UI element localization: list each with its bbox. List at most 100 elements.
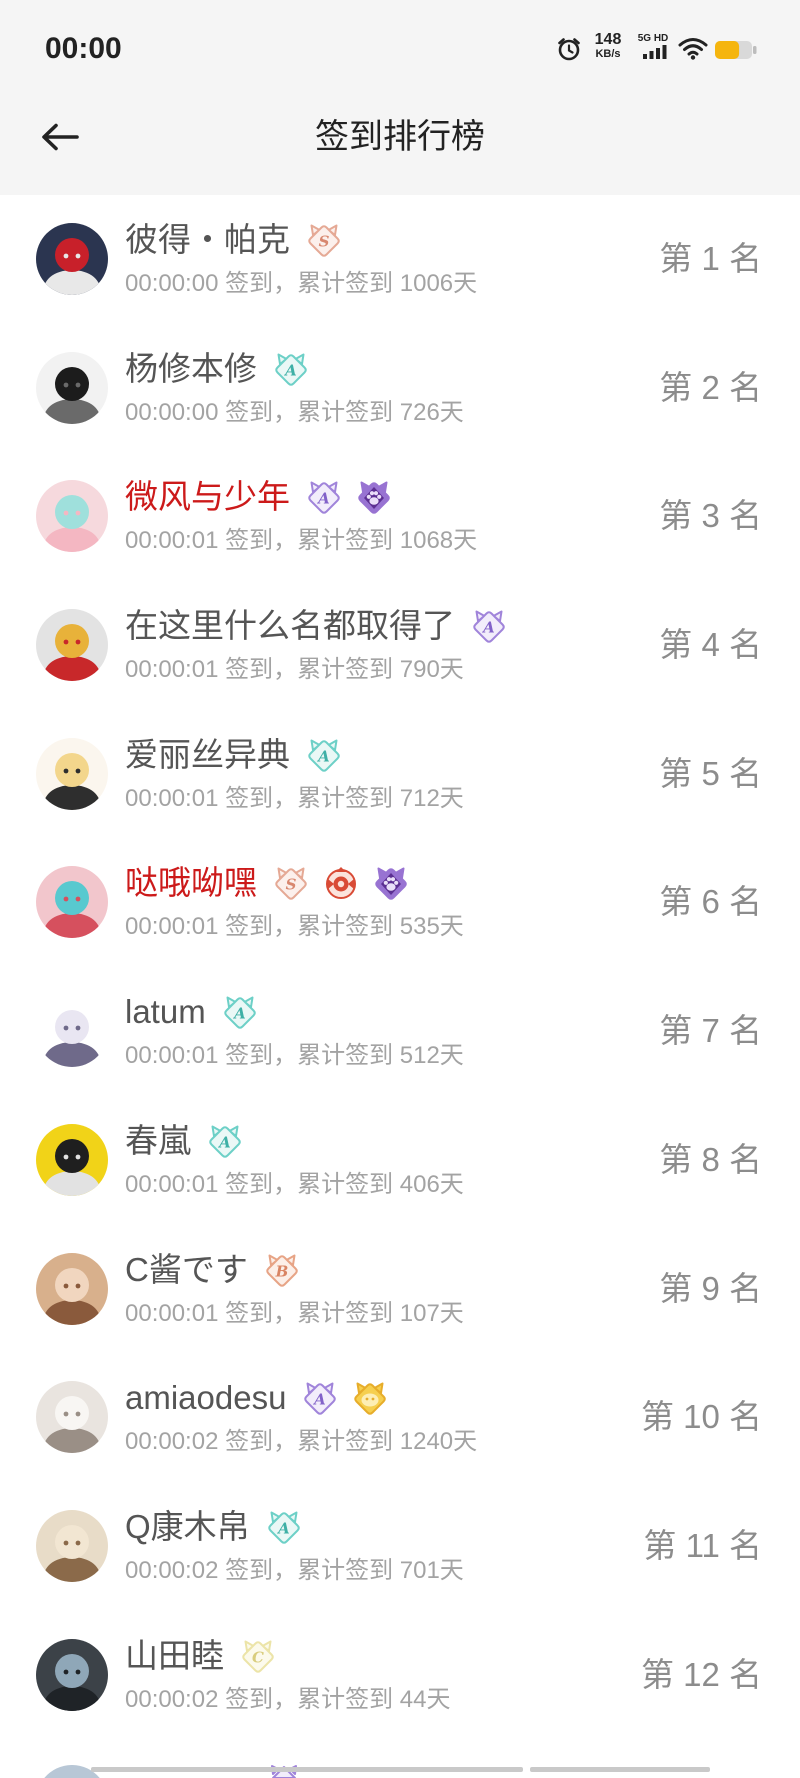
avatar[interactable] xyxy=(36,223,108,295)
ranking-row[interactable]: C酱です B 00:00:01 签到，累计签到 107天 第 9 名 xyxy=(0,1225,800,1354)
avatar-image xyxy=(36,1638,108,1711)
name-line: latum A xyxy=(125,992,260,1032)
network-speed-value: 148 xyxy=(594,31,622,48)
paw-badge-icon xyxy=(375,867,407,901)
badge-letter: A xyxy=(276,1519,290,1537)
level-badge-icon: S xyxy=(275,867,307,901)
ranking-row[interactable]: amiaodesu A 00:00:02 签到，累计签到 1240天 第 10 名 xyxy=(0,1353,800,1482)
avatar-image xyxy=(36,1123,108,1196)
name-line: 山田睦 C xyxy=(125,1636,278,1676)
name-line: 彼得・帕克 S xyxy=(125,220,344,260)
ranking-row[interactable]: 微风与少年 A 00:00:01 签到，累计签到 1068天 第 3 名 xyxy=(0,452,800,581)
crest-badge-icon xyxy=(326,867,356,900)
rank-label: 第 1 名 xyxy=(659,240,762,277)
badge-letter: S xyxy=(319,233,330,251)
badge-letter: A xyxy=(283,361,297,379)
rank-label: 第 6 名 xyxy=(659,883,762,921)
name-line: 春嵐 A xyxy=(125,1121,245,1161)
badge-letter: A xyxy=(316,747,330,765)
user-name: Q康木帛 xyxy=(125,1507,250,1545)
rank-label: 第 5 名 xyxy=(659,754,762,792)
avatar[interactable] xyxy=(36,1381,108,1454)
badge-letter: A xyxy=(481,619,495,637)
page-title: 签到排行榜 xyxy=(315,118,485,156)
battery-icon xyxy=(715,41,757,59)
level-badge-icon: A xyxy=(473,610,505,643)
checkin-info: 00:00:01 签到，累计签到 406天 xyxy=(125,1170,464,1198)
rank-label: 第 9 名 xyxy=(659,1269,762,1307)
rank-label: 第 2 名 xyxy=(659,368,762,406)
ranking-row[interactable]: 彼得・帕克 S 00:00:00 签到，累计签到 1006天 第 1 名 xyxy=(0,195,800,324)
checkin-info: 00:00:01 签到，累计签到 107天 xyxy=(125,1299,464,1327)
badge-letter: C xyxy=(252,1648,264,1666)
name-line: 杨修本修 A xyxy=(125,349,311,389)
avatar-image xyxy=(36,351,108,424)
name-line: 在这里什么名都取得了 A xyxy=(125,606,509,646)
avatar[interactable] xyxy=(36,737,108,810)
rank-label: 第 8 名 xyxy=(659,1140,762,1178)
name-line: amiaodesu A xyxy=(125,1378,390,1418)
ranking-row[interactable]: 爱丽丝异典 A 00:00:01 签到，累计签到 712天 第 5 名 xyxy=(0,710,800,839)
user-name: latum xyxy=(125,993,206,1031)
level-badge-icon: A xyxy=(267,1511,300,1544)
level-badge-icon: A xyxy=(308,739,340,772)
user-name: 山田睦 xyxy=(125,1636,224,1674)
user-name: 春嵐 xyxy=(125,1121,191,1159)
back-arrow-icon[interactable] xyxy=(40,119,80,155)
avatar[interactable] xyxy=(36,866,108,939)
network-speed: 148 KB/s xyxy=(589,31,627,61)
avatar[interactable] xyxy=(36,480,108,553)
avatar-image xyxy=(36,737,108,810)
rank-label: 第 12 名 xyxy=(640,1655,762,1693)
name-line: 哒哦呦嘿 S xyxy=(125,863,411,903)
level-badge-icon: A xyxy=(209,1125,241,1158)
badge-letter: A xyxy=(232,1005,246,1023)
name-line: 爱丽丝异典 A xyxy=(125,735,344,775)
avatar[interactable] xyxy=(36,995,108,1068)
user-name: 微风与少年 xyxy=(125,478,290,516)
checkin-info: 00:00:01 签到，累计签到 790天 xyxy=(125,656,464,684)
level-badge-icon: A xyxy=(308,481,340,515)
ranking-row[interactable]: 山田睦 C 00:00:02 签到，累计签到 44天 第 12 名 xyxy=(0,1611,800,1740)
avatar[interactable] xyxy=(36,1638,108,1711)
badge-letter: A xyxy=(316,490,330,508)
checkin-info: 00:00:02 签到，累计签到 44天 xyxy=(125,1685,451,1713)
avatar-image xyxy=(36,480,108,553)
network-type-label: 5G HD xyxy=(637,33,669,44)
rank-label: 第 3 名 xyxy=(659,497,762,535)
ranking-row[interactable]: 春嵐 A 00:00:01 签到，累计签到 406天 第 8 名 xyxy=(0,1096,800,1225)
avatar-image xyxy=(36,609,108,682)
user-name: 爱丽丝异典 xyxy=(125,735,290,773)
checkin-info: 00:00:02 签到，累计签到 701天 xyxy=(125,1556,464,1584)
avatar[interactable] xyxy=(36,1509,108,1582)
ranking-row[interactable]: 哒哦呦嘿 S 00:00:01 签到，累计签到 535天 第 6 名 xyxy=(0,838,800,967)
status-time: 00:00 xyxy=(45,32,122,65)
level-badge-icon: A xyxy=(304,1382,337,1415)
level-badge-icon: A xyxy=(275,353,307,386)
user-name: 杨修本修 xyxy=(125,349,257,387)
avatar[interactable] xyxy=(36,1123,108,1196)
badge-letter: A xyxy=(217,1133,231,1151)
avatar-image xyxy=(36,866,108,939)
ranking-row[interactable]: latum A 00:00:01 签到，累计签到 512天 第 7 名 xyxy=(0,967,800,1096)
checkin-info: 00:00:01 签到，累计签到 535天 xyxy=(125,913,464,941)
avatar[interactable] xyxy=(36,609,108,682)
network-speed-unit: KB/s xyxy=(595,48,621,60)
level-badge-icon: S xyxy=(308,224,340,257)
signal-icon xyxy=(643,45,667,59)
ranking-row[interactable]: Q康木帛 A 00:00:02 签到，累计签到 701天 第 11 名 xyxy=(0,1482,800,1611)
rank-label: 第 7 名 xyxy=(659,1012,762,1050)
ranking-row[interactable]: 杨修本修 A 00:00:00 签到，累计签到 726天 第 2 名 xyxy=(0,324,800,453)
avatar-image xyxy=(36,1509,108,1582)
checkin-info: 00:00:00 签到，累计签到 726天 xyxy=(125,398,464,426)
checkin-info: 00:00:01 签到，累计签到 1068天 xyxy=(125,527,478,555)
avatar[interactable] xyxy=(36,351,108,424)
avatar[interactable] xyxy=(36,1252,108,1325)
rank-label: 第 10 名 xyxy=(640,1398,762,1436)
name-line: Q康木帛 A xyxy=(125,1507,304,1547)
ranking-row[interactable]: 在这里什么名都取得了 A 00:00:01 签到，累计签到 790天 第 4 名 xyxy=(0,581,800,710)
user-name: amiaodesu xyxy=(125,1379,287,1417)
user-name: 彼得・帕克 xyxy=(125,221,290,258)
level-badge-icon: C xyxy=(242,1640,274,1673)
rank-label: 第 4 名 xyxy=(659,626,762,664)
